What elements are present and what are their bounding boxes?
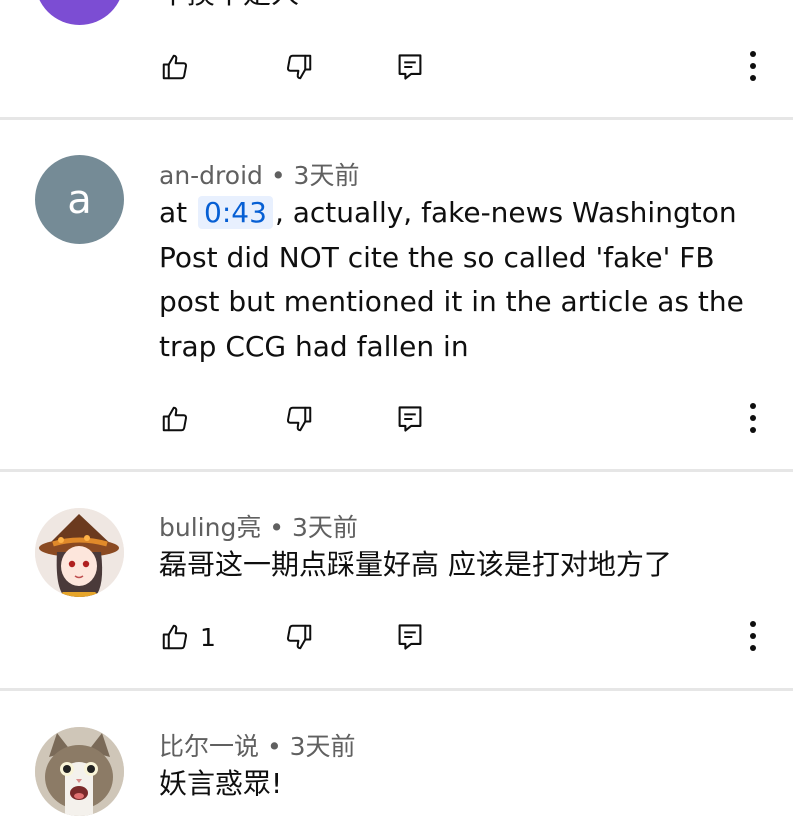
- more-vert-icon: [750, 51, 756, 81]
- author-name[interactable]: 比尔一说: [159, 732, 259, 761]
- like-count: 1: [200, 622, 216, 652]
- author-name[interactable]: buling亮: [159, 513, 261, 542]
- thumbs-down-icon: [286, 54, 312, 80]
- thumbs-down-icon: [286, 624, 312, 650]
- more-vert-icon: [750, 621, 756, 651]
- comment-time: 3天前: [293, 161, 360, 190]
- comment-meta: an-droid • 3天前: [159, 156, 359, 192]
- thumbs-up-icon: [162, 54, 188, 80]
- like-button[interactable]: [160, 404, 190, 434]
- more-options-button[interactable]: [740, 48, 766, 84]
- dislike-button[interactable]: [284, 404, 314, 434]
- divider: [0, 469, 793, 472]
- separator: •: [262, 161, 294, 190]
- reply-icon: [398, 54, 422, 80]
- reply-button[interactable]: [396, 52, 424, 82]
- cat-avatar: [35, 727, 124, 816]
- avatar[interactable]: a: [35, 155, 124, 244]
- comment-prefix: at: [159, 196, 188, 229]
- more-vert-icon: [750, 403, 756, 433]
- thumbs-down-icon: [286, 406, 312, 432]
- avatar[interactable]: [35, 0, 124, 25]
- timestamp-link[interactable]: 0:43: [198, 196, 273, 229]
- dislike-button[interactable]: [284, 622, 314, 652]
- comment-text: 磊哥这一期点踩量好高 应该是打对地方了: [159, 548, 672, 581]
- divider: [0, 117, 793, 120]
- avatar-letter: a: [67, 176, 92, 223]
- comment-text: at 0:43, actually, fake-news Washington …: [159, 196, 744, 363]
- author-name[interactable]: an-droid: [159, 161, 263, 190]
- reply-icon: [398, 406, 422, 432]
- comment-meta: buling亮 • 3天前: [159, 508, 358, 544]
- reply-icon: [398, 624, 422, 650]
- comment-text: 不摸不是人: [159, 0, 759, 17]
- avatar[interactable]: [35, 508, 124, 597]
- more-options-button[interactable]: [740, 400, 766, 436]
- dislike-button[interactable]: [284, 52, 314, 82]
- like-button[interactable]: [160, 52, 190, 82]
- anime-girl-witch-hat-avatar: [35, 508, 124, 597]
- comment-meta: 比尔一说 • 3天前: [159, 727, 356, 763]
- separator: •: [259, 732, 290, 761]
- reply-button[interactable]: [396, 622, 424, 652]
- thumbs-up-icon: [162, 624, 188, 650]
- reply-button[interactable]: [396, 404, 424, 434]
- thumbs-up-icon: [162, 406, 188, 432]
- like-button[interactable]: 1: [160, 622, 216, 652]
- comment-time: 3天前: [291, 513, 358, 542]
- more-options-button[interactable]: [740, 618, 766, 654]
- comment-time: 3天前: [289, 732, 356, 761]
- separator: •: [261, 513, 292, 542]
- divider: [0, 688, 793, 691]
- avatar[interactable]: [35, 727, 124, 816]
